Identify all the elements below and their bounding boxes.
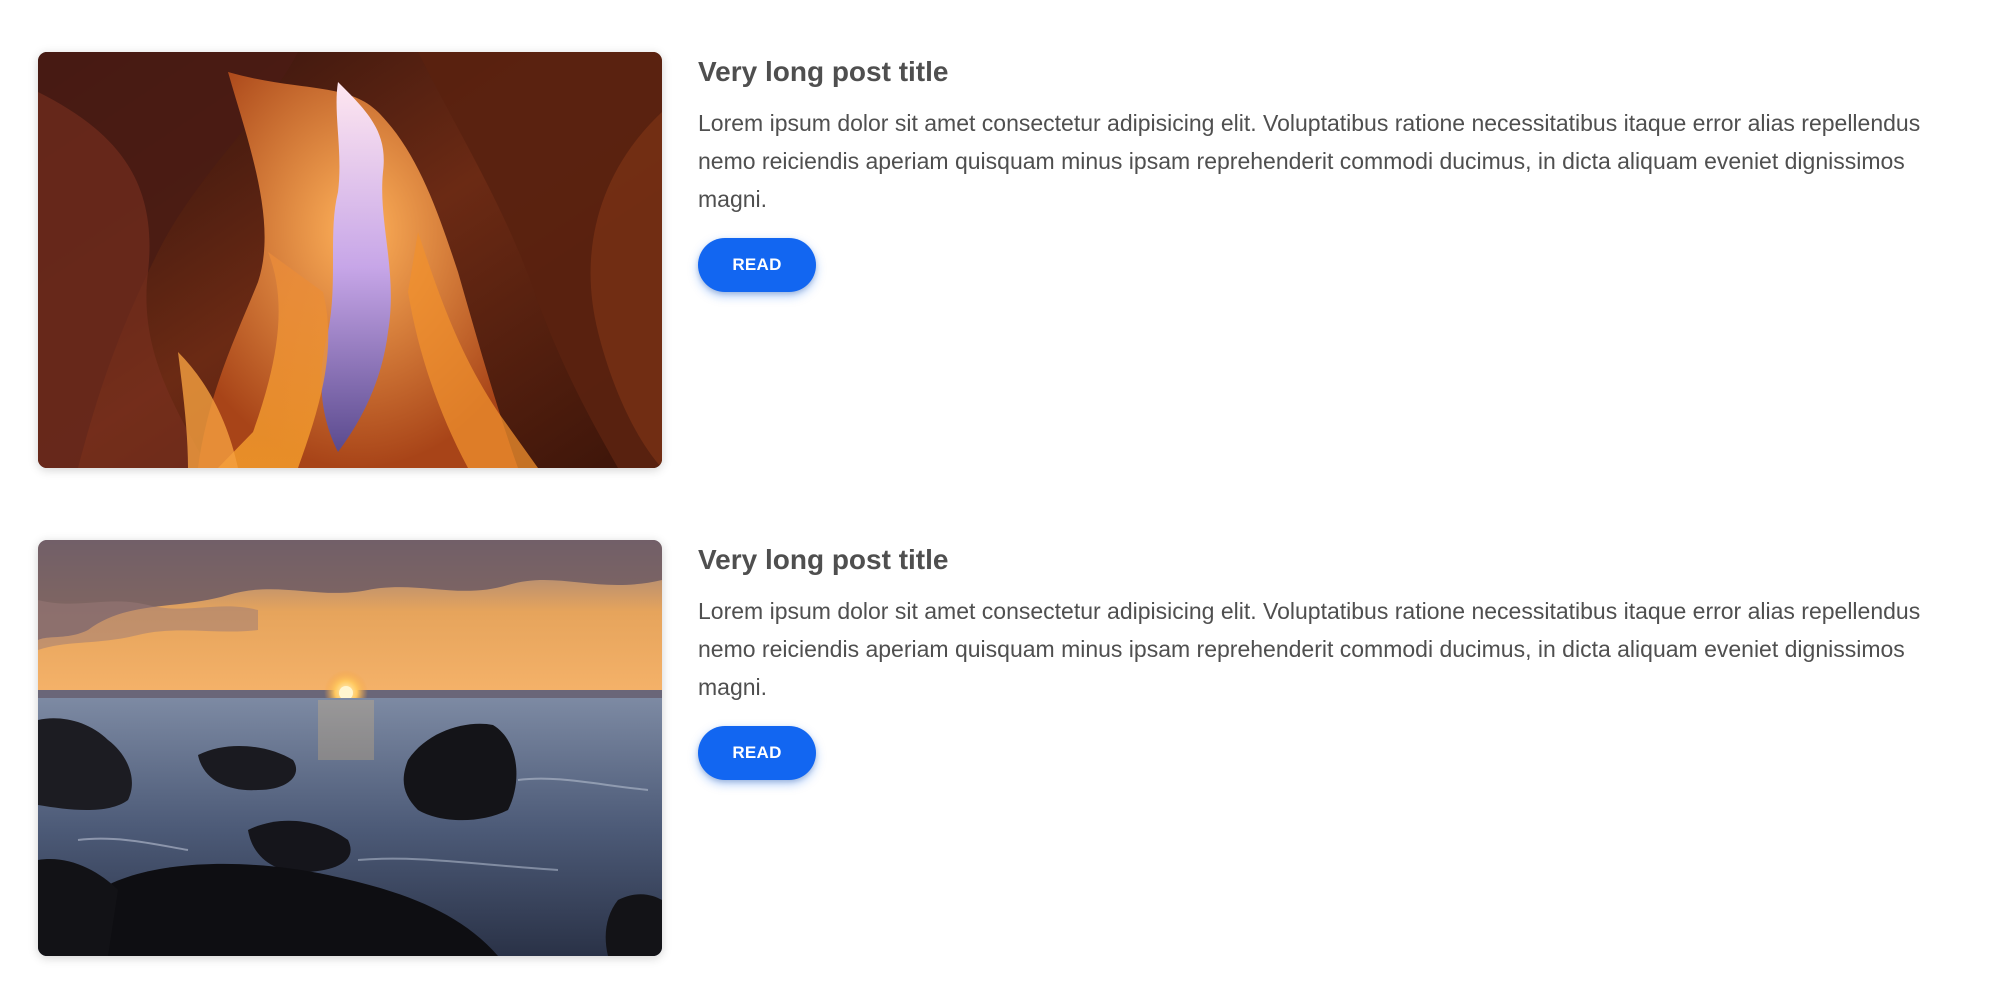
post-content: Very long post title Lorem ipsum dolor s…: [698, 52, 1968, 292]
post-excerpt: Lorem ipsum dolor sit amet consectetur a…: [698, 598, 1921, 700]
read-button[interactable]: READ: [698, 726, 816, 780]
post-card: Very long post title Lorem ipsum dolor s…: [38, 52, 1968, 468]
read-button[interactable]: READ: [698, 238, 816, 292]
post-image-canyon[interactable]: [38, 52, 662, 468]
post-card: Very long post title Lorem ipsum dolor s…: [38, 540, 1968, 956]
post-title: Very long post title: [698, 56, 949, 87]
canyon-photo: [38, 52, 662, 468]
post-image-sunset[interactable]: [38, 540, 662, 956]
post-content: Very long post title Lorem ipsum dolor s…: [698, 540, 1968, 780]
sunset-sea-photo: [38, 540, 662, 956]
post-title: Very long post title: [698, 544, 949, 575]
post-excerpt: Lorem ipsum dolor sit amet consectetur a…: [698, 110, 1921, 212]
